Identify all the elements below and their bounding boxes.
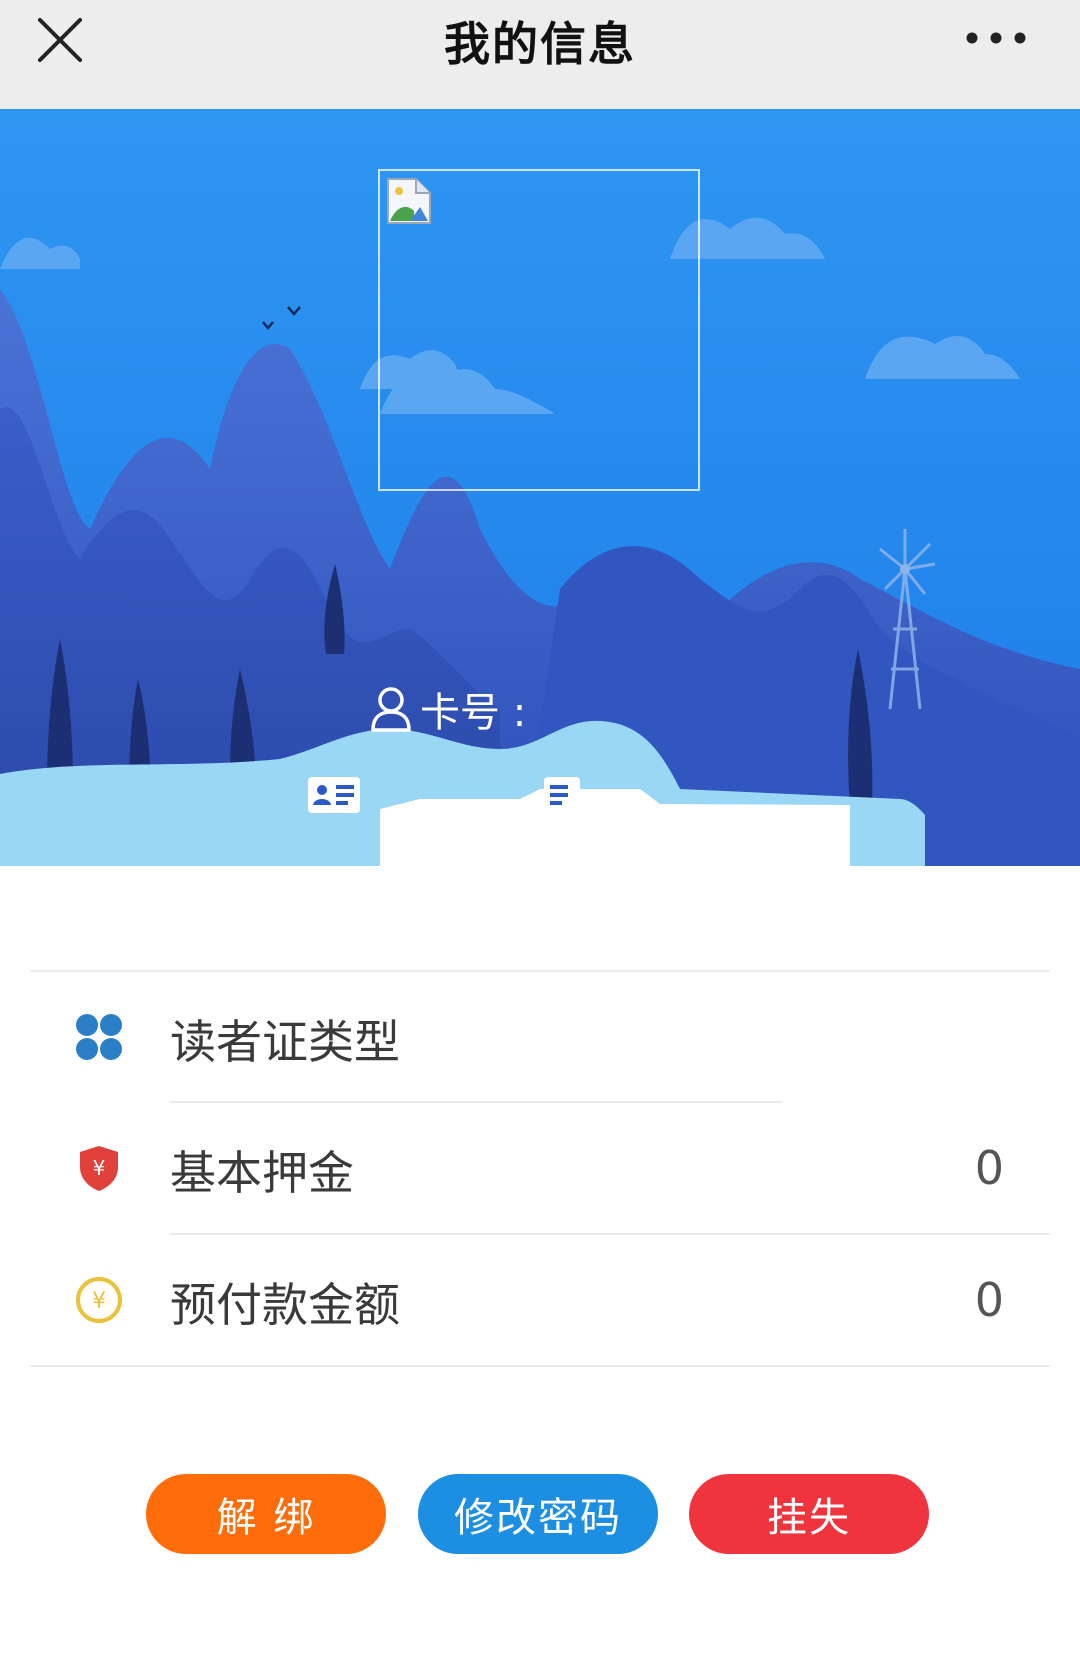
- svg-text:¥: ¥: [93, 1156, 106, 1180]
- grid-icon: [76, 1014, 122, 1060]
- more-dots-icon[interactable]: [964, 20, 1028, 56]
- list-item-card-type[interactable]: 读者证类型: [0, 972, 1080, 1100]
- card-type-label: 读者证类型: [170, 1015, 400, 1069]
- prepaid-label: 预付款金额: [170, 1278, 400, 1332]
- broken-image-icon: [387, 178, 431, 224]
- card-number-label: 卡号 :: [420, 690, 527, 736]
- report-loss-button[interactable]: 挂失: [689, 1474, 929, 1554]
- profile-banner: 卡号 :: [0, 109, 1080, 866]
- list-item-prepaid[interactable]: ¥ 预付款金额 0: [0, 1235, 1080, 1363]
- prepaid-value: 0: [974, 1273, 1004, 1327]
- user-icon: [371, 687, 411, 732]
- card-number-line: 卡号 :: [370, 679, 526, 739]
- page-title: 我的信息: [444, 17, 636, 71]
- id-card-icon: [544, 777, 580, 813]
- deposit-value: 0: [974, 1141, 1004, 1195]
- yen-coin-icon: ¥: [76, 1277, 122, 1323]
- unbind-button[interactable]: 解 绑: [146, 1474, 386, 1554]
- list-item-deposit[interactable]: ¥ 基本押金 0: [0, 1103, 1080, 1231]
- title-bar: 我的信息: [0, 0, 1080, 109]
- divider: [30, 1365, 1050, 1367]
- svg-text:¥: ¥: [92, 1289, 106, 1314]
- id-card-icon: [308, 777, 360, 813]
- shield-yen-icon: ¥: [80, 1146, 118, 1191]
- deposit-label: 基本押金: [170, 1146, 354, 1200]
- avatar-image-placeholder[interactable]: [378, 169, 700, 491]
- change-password-button[interactable]: 修改密码: [418, 1474, 658, 1554]
